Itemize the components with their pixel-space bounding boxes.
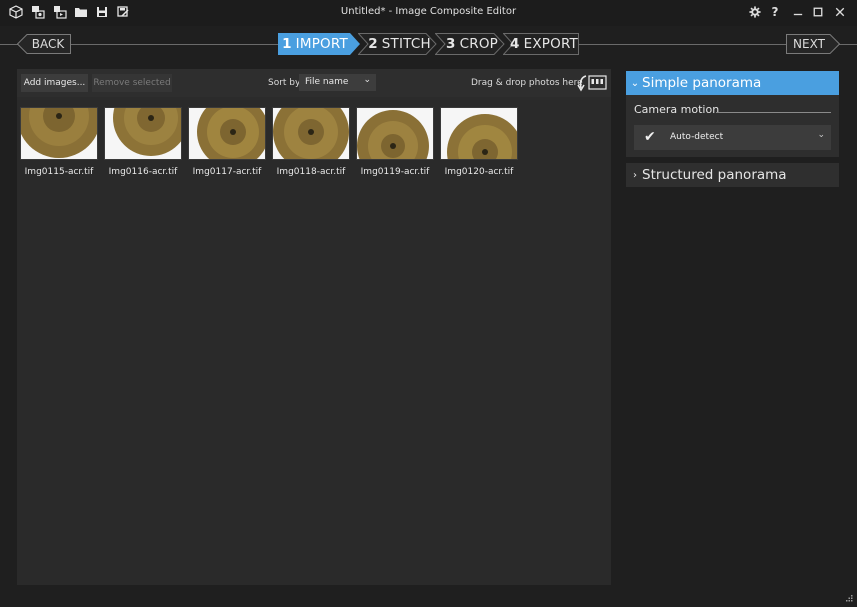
step-crop-number: 3: [446, 36, 456, 52]
chevron-down-icon: ⌄: [630, 77, 640, 89]
step-export-label: EXPORT: [523, 36, 578, 52]
image-thumbnail[interactable]: Img0118-acr.tif: [272, 107, 350, 177]
resize-grip-icon[interactable]: [844, 588, 854, 602]
settings-icon[interactable]: [747, 4, 763, 20]
image-thumbnail[interactable]: Img0120-acr.tif: [440, 107, 518, 177]
next-button[interactable]: NEXT: [786, 34, 840, 54]
remove-selected-button[interactable]: Remove selected: [92, 74, 172, 92]
step-import-number: 1: [282, 36, 292, 52]
chevron-right-icon: ›: [633, 169, 637, 181]
camera-motion-label: Camera motion: [634, 103, 720, 116]
drag-drop-icon: [577, 72, 607, 94]
sort-by-label: Sort by: [268, 78, 301, 88]
step-line: [838, 44, 857, 45]
step-line: [578, 44, 788, 45]
chevron-down-icon: ⌄: [363, 75, 371, 85]
image-thumbnail[interactable]: Img0117-acr.tif: [188, 107, 266, 177]
minimize-icon[interactable]: [790, 4, 806, 20]
thumbnail-caption: Img0118-acr.tif: [276, 167, 346, 177]
add-images-button[interactable]: Add images...: [21, 74, 88, 92]
thumbnail-caption: Img0119-acr.tif: [360, 167, 430, 177]
step-stitch-number: 2: [368, 36, 378, 52]
checkmark-icon: ✔: [644, 129, 656, 145]
step-stitch[interactable]: 2 STITCH: [358, 33, 437, 55]
thumbnail-image: [104, 107, 182, 160]
step-line: [70, 44, 280, 45]
step-stitch-label: STITCH: [381, 36, 431, 52]
thumbnail-caption: Img0115-acr.tif: [24, 167, 94, 177]
divider: [716, 112, 831, 113]
sort-by-select[interactable]: File name ⌄: [299, 74, 376, 91]
window-title: Untitled* - Image Composite Editor: [340, 6, 517, 17]
simple-panorama-title: Simple panorama: [642, 75, 762, 91]
thumbnail-image: [272, 107, 350, 160]
thumbnail-caption: Img0117-acr.tif: [192, 167, 262, 177]
drag-drop-hint: Drag & drop photos here: [471, 78, 583, 88]
thumbnail-caption: Img0120-acr.tif: [444, 167, 514, 177]
step-export-number: 4: [510, 36, 520, 52]
next-label: NEXT: [793, 37, 825, 51]
step-import-label: IMPORT: [295, 36, 348, 52]
image-thumbnail[interactable]: Img0115-acr.tif: [20, 107, 98, 177]
structured-panorama-title: Structured panorama: [642, 167, 787, 183]
thumbnail-image: [356, 107, 434, 160]
help-icon[interactable]: ?: [767, 4, 783, 20]
thumbnail-image: [188, 107, 266, 160]
step-import[interactable]: 1 IMPORT: [278, 33, 360, 55]
step-crop-label: CROP: [459, 36, 498, 52]
structured-panorama-header[interactable]: › Structured panorama: [626, 163, 839, 187]
simple-panorama-header[interactable]: ⌄ Simple panorama: [626, 71, 839, 95]
chevron-down-icon: ⌄: [817, 130, 825, 140]
maximize-icon[interactable]: [810, 4, 826, 20]
image-thumbnail[interactable]: Img0119-acr.tif: [356, 107, 434, 177]
close-icon[interactable]: [832, 4, 848, 20]
thumbnail-image: [20, 107, 98, 160]
image-thumbnail[interactable]: Img0116-acr.tif: [104, 107, 182, 177]
back-button[interactable]: BACK: [17, 34, 71, 54]
back-label: BACK: [31, 37, 65, 51]
thumbnail-caption: Img0116-acr.tif: [108, 167, 178, 177]
step-export[interactable]: 4 EXPORT: [503, 33, 579, 55]
camera-motion-select[interactable]: ✔ Auto-detect ⌄: [634, 125, 831, 150]
thumbnail-image: [440, 107, 518, 160]
step-crop[interactable]: 3 CROP: [435, 33, 505, 55]
camera-motion-value: Auto-detect: [670, 132, 724, 142]
sort-by-value: File name: [305, 77, 349, 87]
